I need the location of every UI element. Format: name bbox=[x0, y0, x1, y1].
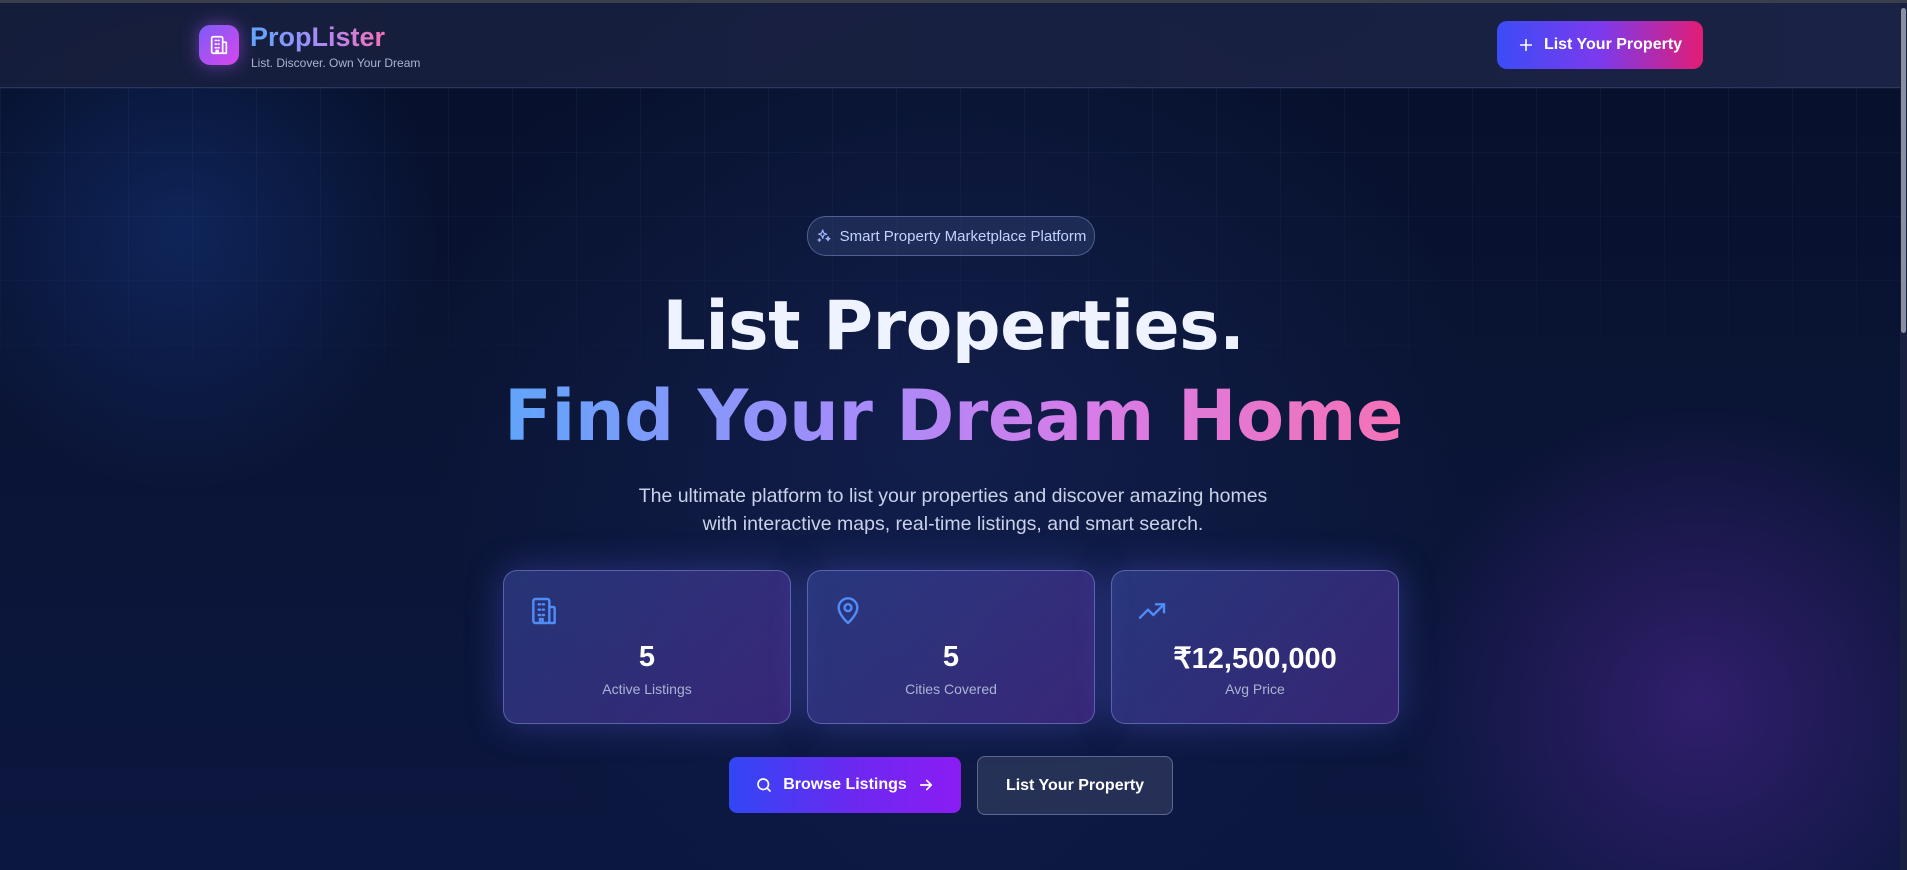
trending-up-icon bbox=[1138, 603, 1166, 619]
search-icon bbox=[757, 778, 772, 792]
building-icon bbox=[210, 35, 228, 55]
stat-card-active-listings: 5 Active Listings bbox=[503, 570, 791, 724]
logo[interactable] bbox=[199, 25, 239, 65]
stat-label: Cities Covered bbox=[905, 681, 997, 697]
stat-label: Active Listings bbox=[602, 681, 692, 697]
brand-tagline: List. Discover. Own Your Dream bbox=[251, 56, 421, 70]
list-property-header-button[interactable]: List Your Property bbox=[1497, 21, 1703, 69]
site-header: PropLister List. Discover. Own Your Drea… bbox=[0, 3, 1907, 88]
stat-card-avg-price: ₹12,500,000 Avg Price bbox=[1111, 570, 1399, 724]
stat-value: 5 bbox=[942, 641, 960, 673]
plus-icon bbox=[1519, 38, 1533, 52]
list-property-button[interactable]: List Your Property bbox=[977, 756, 1173, 815]
brand-name[interactable]: PropLister bbox=[250, 21, 385, 53]
browse-listings-button[interactable]: Browse Listings bbox=[729, 757, 961, 813]
hero-badge-label: Smart Property Marketplace Platform bbox=[839, 227, 1087, 245]
list-property-header-label: List Your Property bbox=[1543, 36, 1683, 53]
stat-card-cities-covered: 5 Cities Covered bbox=[807, 570, 1095, 724]
sparkles-icon bbox=[817, 229, 831, 242]
hero-subtitle-line1: The ultimate platform to list your prope… bbox=[638, 485, 1268, 507]
hero-title-line2-wrap: Find Your Dream Home bbox=[0, 375, 1907, 476]
arrow-right-icon bbox=[919, 779, 932, 791]
scrollbar-thumb[interactable] bbox=[1901, 8, 1906, 333]
hero-subtitle: The ultimate platform to list your prope… bbox=[603, 482, 1303, 538]
list-property-label: List Your Property bbox=[1005, 776, 1145, 794]
stat-value: 5 bbox=[638, 641, 656, 673]
hero-title-line2: Find Your Dream Home bbox=[504, 375, 1403, 457]
hero-title-line1: List Properties. bbox=[662, 287, 1245, 366]
hero-subtitle-line2: with interactive maps, real-time listing… bbox=[702, 513, 1204, 535]
building-icon bbox=[532, 597, 556, 625]
stat-value: ₹12,500,000 bbox=[1173, 643, 1337, 675]
browse-listings-label: Browse Listings bbox=[783, 776, 907, 793]
stat-label: Avg Price bbox=[1225, 681, 1285, 697]
hero-badge: Smart Property Marketplace Platform bbox=[807, 216, 1095, 256]
map-pin-icon bbox=[837, 597, 859, 625]
